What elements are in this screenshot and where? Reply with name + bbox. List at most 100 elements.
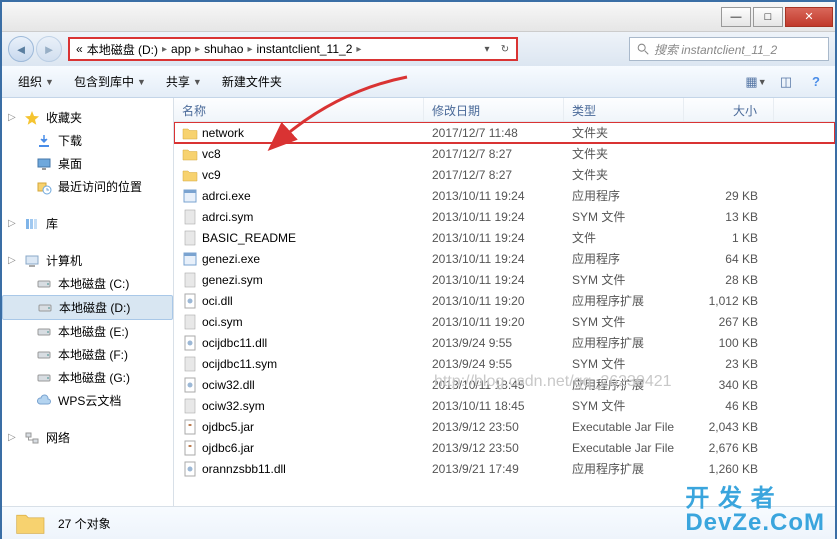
cell-name: oci.sym xyxy=(174,312,424,332)
tree-item[interactable]: 本地磁盘 (C:) xyxy=(2,272,173,295)
table-row[interactable]: oci.sym2013/10/11 19:20SYM 文件267 KB xyxy=(174,311,835,332)
expander-icon: ▷ xyxy=(8,112,20,123)
exe-icon xyxy=(182,188,198,204)
newfolder-button[interactable]: 新建文件夹 xyxy=(214,70,290,93)
file-icon xyxy=(182,209,198,225)
minimize-button[interactable]: — xyxy=(721,7,751,27)
close-button[interactable]: ✕ xyxy=(785,7,833,27)
file-name-label: adrci.exe xyxy=(202,189,251,203)
drive-icon xyxy=(36,276,52,292)
table-row[interactable]: genezi.sym2013/10/11 19:24SYM 文件28 KB xyxy=(174,269,835,290)
help-button[interactable]: ? xyxy=(805,71,827,93)
tree-head[interactable]: ▷库 xyxy=(2,212,173,235)
tree-head[interactable]: ▷网络 xyxy=(2,426,173,449)
breadcrumb-part[interactable]: 本地磁盘 (D:) xyxy=(87,41,158,58)
cell-date: 2013/10/11 19:24 xyxy=(424,187,564,205)
table-row[interactable]: genezi.exe2013/10/11 19:24应用程序64 KB xyxy=(174,248,835,269)
cell-name: vc9 xyxy=(174,165,424,185)
breadcrumb-dropdown-icon[interactable]: ▾ xyxy=(480,41,494,57)
refresh-icon[interactable]: ↻ xyxy=(498,41,512,57)
table-row[interactable]: adrci.sym2013/10/11 19:24SYM 文件13 KB xyxy=(174,206,835,227)
cell-size: 1,012 KB xyxy=(684,292,774,310)
file-list: http://blog.csdn.net/qq_26230421 名称 修改日期… xyxy=(174,98,835,506)
search-input[interactable]: 搜索 instantclient_11_2 xyxy=(629,37,829,61)
col-type[interactable]: 类型 xyxy=(564,98,684,121)
tree-item[interactable]: 本地磁盘 (G:) xyxy=(2,366,173,389)
chevron-right-icon: ▸ xyxy=(162,44,167,55)
tree-item[interactable]: WPS云文档 xyxy=(2,389,173,412)
cell-date: 2013/9/24 9:55 xyxy=(424,334,564,352)
desktop-icon xyxy=(36,156,52,172)
include-button[interactable]: 包含到库中▼ xyxy=(66,70,154,93)
table-row[interactable]: BASIC_README2013/10/11 19:24文件1 KB xyxy=(174,227,835,248)
star-icon xyxy=(24,110,40,126)
tree-head[interactable]: ▷计算机 xyxy=(2,249,173,272)
tree-item[interactable]: 桌面 xyxy=(2,152,173,175)
folder-icon xyxy=(182,146,198,162)
tree-item[interactable]: 下载 xyxy=(2,129,173,152)
file-name-label: oci.sym xyxy=(202,315,243,329)
table-row[interactable]: ocijdbc11.sym2013/9/24 9:55SYM 文件23 KB xyxy=(174,353,835,374)
col-date[interactable]: 修改日期 xyxy=(424,98,564,121)
cell-size: 13 KB xyxy=(684,208,774,226)
preview-pane-button[interactable]: ◫ xyxy=(775,71,797,93)
table-row[interactable]: ociw32.dll2013/10/11 18:45应用程序扩展340 KB xyxy=(174,374,835,395)
cell-date: 2013/10/11 19:24 xyxy=(424,250,564,268)
table-row[interactable]: orannzsbb11.dll2013/9/21 17:49应用程序扩展1,26… xyxy=(174,458,835,479)
breadcrumb-part[interactable]: app xyxy=(171,42,191,56)
breadcrumb-part[interactable]: instantclient_11_2 xyxy=(257,42,353,56)
cell-name: orannzsbb11.dll xyxy=(174,459,424,479)
view-button[interactable]: ▦ ▼ xyxy=(745,71,767,93)
expander-icon: ▷ xyxy=(8,218,20,229)
tree-head-label: 收藏夹 xyxy=(46,109,82,126)
cell-name: ociw32.dll xyxy=(174,375,424,395)
chevron-right-icon: ▸ xyxy=(195,44,200,55)
recent-icon xyxy=(36,179,52,195)
nav-forward-button[interactable]: ► xyxy=(36,36,62,62)
table-row[interactable]: ojdbc5.jar2013/9/12 23:50Executable Jar … xyxy=(174,416,835,437)
table-row[interactable]: oci.dll2013/10/11 19:20应用程序扩展1,012 KB xyxy=(174,290,835,311)
tree-item[interactable]: 最近访问的位置 xyxy=(2,175,173,198)
share-button[interactable]: 共享▼ xyxy=(158,70,210,93)
folder-icon xyxy=(14,510,48,536)
exe-icon xyxy=(182,251,198,267)
tree-item-label: 本地磁盘 (E:) xyxy=(58,323,129,340)
address-bar: ◄ ► « 本地磁盘 (D:) ▸ app ▸ shuhao ▸ instant… xyxy=(2,32,835,66)
col-size[interactable]: 大小 xyxy=(684,98,774,121)
cell-name: ojdbc5.jar xyxy=(174,417,424,437)
table-row[interactable]: ociw32.sym2013/10/11 18:45SYM 文件46 KB xyxy=(174,395,835,416)
col-name[interactable]: 名称 xyxy=(174,98,424,121)
table-row[interactable]: vc92017/12/7 8:27文件夹 xyxy=(174,164,835,185)
tree-item-label: 下载 xyxy=(58,132,82,149)
table-row[interactable]: ocijdbc11.dll2013/9/24 9:55应用程序扩展100 KB xyxy=(174,332,835,353)
breadcrumb-part[interactable]: shuhao xyxy=(204,42,243,56)
tree-item[interactable]: 本地磁盘 (E:) xyxy=(2,320,173,343)
file-name-label: BASIC_README xyxy=(202,231,296,245)
cell-date: 2013/10/11 18:45 xyxy=(424,397,564,415)
organize-button[interactable]: 组织▼ xyxy=(10,70,62,93)
file-name-label: ojdbc5.jar xyxy=(202,420,254,434)
table-row[interactable]: adrci.exe2013/10/11 19:24应用程序29 KB xyxy=(174,185,835,206)
tree-item[interactable]: 本地磁盘 (D:) xyxy=(2,295,173,320)
cell-name: network xyxy=(174,123,424,143)
chevron-down-icon: ▼ xyxy=(137,77,146,87)
expander-icon: ▷ xyxy=(8,432,20,443)
cell-type: SYM 文件 xyxy=(564,269,684,290)
expander-icon: ▷ xyxy=(8,255,20,266)
nav-back-button[interactable]: ◄ xyxy=(8,36,34,62)
tree-item[interactable]: 本地磁盘 (F:) xyxy=(2,343,173,366)
cell-type: SYM 文件 xyxy=(564,353,684,374)
table-row[interactable]: vc82017/12/7 8:27文件夹 xyxy=(174,143,835,164)
cell-name: ociw32.sym xyxy=(174,396,424,416)
maximize-button[interactable]: □ xyxy=(753,7,783,27)
cell-size xyxy=(684,173,774,177)
table-row[interactable]: network2017/12/7 11:48文件夹 xyxy=(174,122,835,143)
table-row[interactable]: ojdbc6.jar2013/9/12 23:50Executable Jar … xyxy=(174,437,835,458)
cell-size: 23 KB xyxy=(684,355,774,373)
cell-type: Executable Jar File xyxy=(564,439,684,457)
tree-head[interactable]: ▷ 收藏夹 xyxy=(2,106,173,129)
breadcrumb[interactable]: « 本地磁盘 (D:) ▸ app ▸ shuhao ▸ instantclie… xyxy=(68,37,518,61)
folder-icon xyxy=(182,167,198,183)
file-name-label: genezi.sym xyxy=(202,273,263,287)
cloud-icon xyxy=(36,393,52,409)
